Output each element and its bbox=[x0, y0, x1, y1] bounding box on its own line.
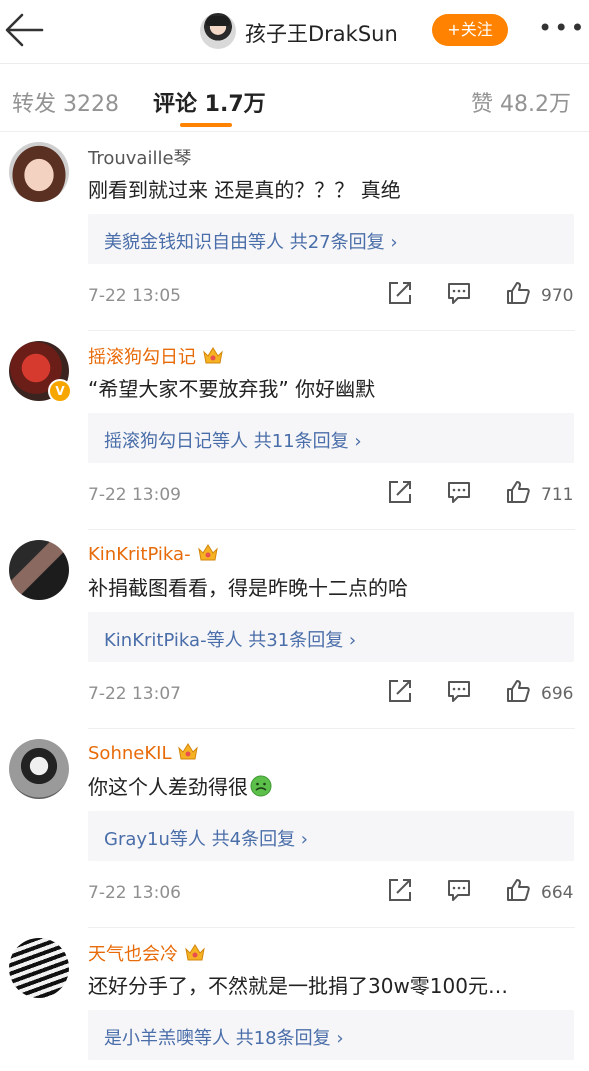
comment-icon[interactable] bbox=[446, 678, 472, 704]
like-count: 664 bbox=[541, 883, 574, 903]
reply-summary-label: KinKritPika-等人 共31条回复 › bbox=[104, 630, 357, 651]
like-icon[interactable] bbox=[505, 479, 531, 505]
tab-bar: 转发 3228 评论 1.7万 赞 48.2万 bbox=[0, 64, 589, 132]
comment-icon[interactable] bbox=[446, 280, 472, 306]
avatar[interactable] bbox=[9, 938, 69, 998]
like-count: 970 bbox=[541, 286, 574, 306]
top-nav-bar: 孩子王DrakSun +关注 ••• bbox=[0, 0, 589, 64]
back-arrow-icon[interactable] bbox=[2, 10, 46, 50]
comment-item: 天气也会冷 还好分手了，不然就是一批捐了30w零100元… 是小羊羔噢等人 共1… bbox=[0, 928, 589, 1071]
comment-item: SohneKIL 你这个人差劲得很 Gray1u等人 共4条回复 › 7-22 … bbox=[0, 729, 589, 928]
comment-username[interactable]: SohneKIL bbox=[88, 741, 199, 764]
reply-summary-button[interactable]: 美貌金钱知识自由等人 共27条回复 › bbox=[88, 214, 574, 264]
tab-like[interactable]: 赞 48.2万 bbox=[471, 86, 571, 118]
comment-text: 刚看到就过来 还是真的？？？ 真绝 bbox=[88, 178, 401, 202]
reply-summary-label: 是小羊羔噢等人 共18条回复 › bbox=[104, 1028, 344, 1049]
reply-summary-button[interactable]: 是小羊羔噢等人 共18条回复 › bbox=[88, 1010, 574, 1060]
comment-timestamp: 7-22 13:06 bbox=[88, 883, 181, 903]
comment-username[interactable]: 摇滚狗勾日记 bbox=[88, 343, 224, 369]
verified-badge-icon: V bbox=[48, 379, 72, 403]
repost-icon[interactable] bbox=[387, 877, 413, 903]
username-label: SohneKIL bbox=[88, 743, 172, 764]
follow-button[interactable]: +关注 bbox=[432, 14, 508, 46]
comment-item: V 摇滚狗勾日记 “希望大家不要放弃我” 你好幽默 摇滚狗勾日记等人 共11条回… bbox=[0, 331, 589, 530]
vip-crown-icon bbox=[203, 347, 223, 364]
comment-username[interactable]: Trouvaille琴 bbox=[88, 144, 192, 170]
more-options-icon[interactable]: ••• bbox=[538, 16, 584, 42]
username-label: 摇滚狗勾日记 bbox=[88, 347, 196, 368]
comment-username[interactable]: KinKritPika- bbox=[88, 542, 219, 565]
reply-summary-label: Gray1u等人 共4条回复 › bbox=[104, 829, 308, 850]
avatar[interactable] bbox=[9, 142, 69, 202]
reply-summary-button[interactable]: 摇滚狗勾日记等人 共11条回复 › bbox=[88, 413, 574, 463]
reply-summary-button[interactable]: KinKritPika-等人 共31条回复 › bbox=[88, 612, 574, 662]
comment-text: 你这个人差劲得很 bbox=[88, 771, 272, 800]
username-label: 天气也会冷 bbox=[88, 944, 178, 965]
comment-text-label: 你这个人差劲得很 bbox=[88, 775, 248, 799]
like-icon[interactable] bbox=[505, 280, 531, 306]
comment-timestamp: 7-22 13:05 bbox=[88, 286, 181, 306]
comment-item: Trouvaille琴 刚看到就过来 还是真的？？？ 真绝 美貌金钱知识自由等人… bbox=[0, 132, 589, 331]
comment-text: “希望大家不要放弃我” 你好幽默 bbox=[88, 377, 376, 401]
comment-text: 还好分手了，不然就是一批捐了30w零100元… bbox=[88, 974, 508, 998]
like-icon[interactable] bbox=[505, 678, 531, 704]
vip-crown-icon bbox=[178, 743, 199, 760]
profile-name[interactable]: 孩子王DrakSun bbox=[245, 18, 398, 48]
reply-summary-button[interactable]: Gray1u等人 共4条回复 › bbox=[88, 811, 574, 861]
comment-item: KinKritPika- 补捐截图看看，得是昨晚十二点的哈 KinKritPik… bbox=[0, 530, 589, 729]
comment-icon[interactable] bbox=[446, 877, 472, 903]
repost-icon[interactable] bbox=[387, 280, 413, 306]
vip-crown-icon bbox=[197, 544, 218, 561]
sick-face-emoji-icon bbox=[250, 775, 272, 797]
avatar[interactable] bbox=[9, 540, 69, 600]
reply-summary-label: 美貌金钱知识自由等人 共27条回复 › bbox=[104, 232, 398, 253]
comment-username[interactable]: 天气也会冷 bbox=[88, 940, 206, 966]
vip-crown-icon bbox=[185, 944, 205, 961]
like-icon[interactable] bbox=[505, 877, 531, 903]
repost-icon[interactable] bbox=[387, 678, 413, 704]
profile-avatar[interactable] bbox=[200, 13, 236, 49]
tab-comment[interactable]: 评论 1.7万 bbox=[153, 86, 266, 118]
comment-icon[interactable] bbox=[446, 479, 472, 505]
comment-timestamp: 7-22 13:09 bbox=[88, 485, 181, 505]
reply-summary-label: 摇滚狗勾日记等人 共11条回复 › bbox=[104, 431, 362, 452]
tab-repost[interactable]: 转发 3228 bbox=[12, 86, 119, 118]
active-tab-indicator bbox=[180, 123, 232, 127]
avatar[interactable] bbox=[9, 739, 69, 799]
username-label: KinKritPika- bbox=[88, 544, 191, 565]
comment-text: 补捐截图看看，得是昨晚十二点的哈 bbox=[88, 576, 408, 600]
like-count: 711 bbox=[541, 485, 574, 505]
comment-timestamp: 7-22 13:07 bbox=[88, 684, 181, 704]
like-count: 696 bbox=[541, 684, 574, 704]
repost-icon[interactable] bbox=[387, 479, 413, 505]
